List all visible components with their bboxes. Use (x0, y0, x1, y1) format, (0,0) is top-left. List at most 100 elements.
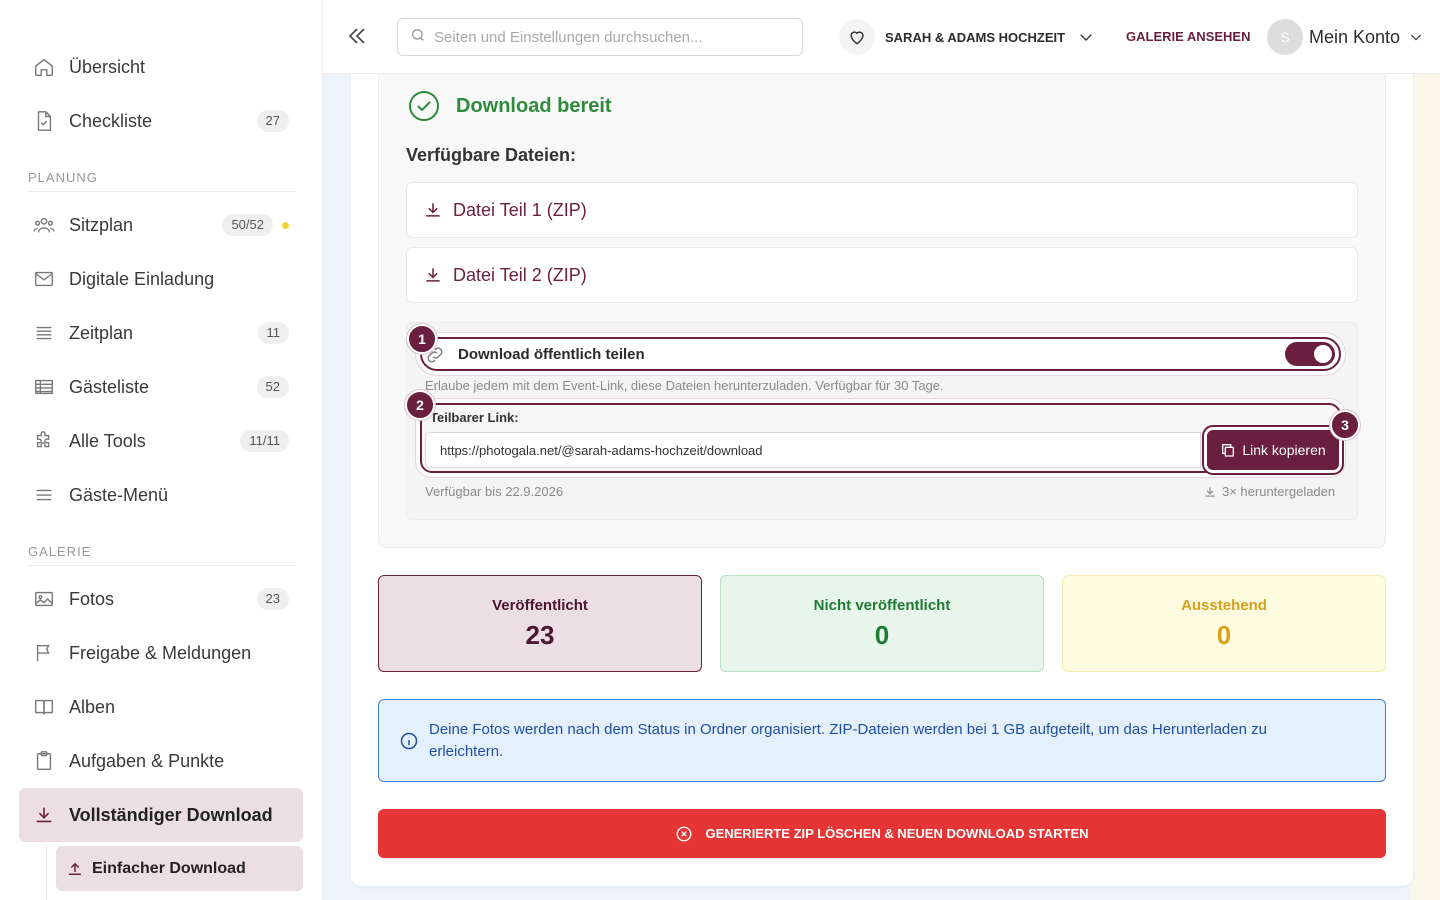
step-marker: 2 (405, 390, 435, 420)
file-link[interactable]: Datei Teil 1 (ZIP) (406, 182, 1358, 238)
sidebar-item-checkliste[interactable]: Checkliste 27 (19, 94, 303, 148)
file-name: Datei Teil 1 (ZIP) (453, 199, 587, 220)
count-badge: 27 (256, 110, 289, 132)
sidebar-item-label: Übersicht (69, 56, 146, 77)
heart-icon (839, 19, 875, 55)
chevron-down-icon (1408, 29, 1424, 45)
sidebar-subitem-einfacher-download[interactable]: Einfacher Download (56, 846, 303, 891)
upload-icon (66, 860, 84, 878)
sidebar-item-label: Aufgaben & Punkte (69, 750, 225, 771)
count-badge: 50/52 (222, 214, 273, 236)
close-circle-icon (675, 825, 693, 843)
users-icon (33, 214, 55, 236)
share-link-label: Teilbarer Link: (430, 410, 519, 425)
share-description: Erlaube jedem mit dem Event-Link, diese … (425, 378, 944, 393)
stat-value: 0 (1216, 619, 1232, 650)
delete-zip-label: GENERIERTE ZIP LÖSCHEN & NEUEN DOWNLOAD … (705, 826, 1089, 841)
stat-title: Ausstehend (1181, 596, 1267, 614)
sidebar-item-alben[interactable]: Alben (19, 680, 303, 734)
sidebar-item-label: Alben (69, 696, 116, 717)
sidebar-item-aufgaben[interactable]: Aufgaben & Punkte (19, 734, 303, 788)
account-label: Mein Konto (1309, 26, 1401, 47)
image-icon (33, 588, 55, 610)
sidebar-item-gaesteliste[interactable]: Gästeliste 52 (19, 360, 303, 414)
sidebar-item-uebersicht[interactable]: Übersicht (19, 40, 303, 94)
subnav-guide-line (46, 845, 47, 900)
download-icon (423, 265, 443, 285)
copy-link-button[interactable]: Link kopieren (1207, 430, 1339, 470)
download-count-text: 3× heruntergeladen (1222, 484, 1336, 499)
delete-zip-restart-button[interactable]: GENERIERTE ZIP LÖSCHEN & NEUEN DOWNLOAD … (378, 809, 1386, 858)
sidebar-item-label: Gäste-Menü (69, 484, 169, 505)
count-badge: 11/11 (240, 430, 289, 452)
search-icon (410, 27, 426, 47)
home-icon (33, 56, 55, 78)
sidebar-item-label: Fotos (69, 588, 115, 609)
chevron-down-icon (1077, 28, 1095, 46)
stat-published: Veröffentlicht 23 (378, 575, 702, 672)
share-toggle-row[interactable]: Download öffentlich teilen (420, 337, 1341, 371)
download-icon (33, 804, 55, 826)
search-box[interactable] (397, 18, 803, 56)
sidebar-item-alle-tools[interactable]: Alle Tools 11/11 (19, 414, 303, 468)
collapse-sidebar-icon[interactable] (345, 24, 369, 48)
topbar: SARAH & ADAMS HOCHZEIT GALERIE ANSEHEN S… (323, 0, 1440, 74)
file-link[interactable]: Datei Teil 2 (ZIP) (406, 247, 1358, 303)
download-ready-heading: Download bereit (408, 90, 612, 122)
sidebar-subitem-label: Einfacher Download (92, 859, 246, 877)
sidebar-item-gaeste-menue[interactable]: Gäste-Menü (19, 468, 303, 522)
count-badge: 11 (257, 322, 289, 344)
step-marker: 3 (1330, 410, 1360, 440)
sidebar-item-fotos[interactable]: Fotos 23 (19, 572, 303, 626)
account-menu[interactable]: S Mein Konto (1267, 19, 1424, 55)
info-box: Deine Fotos werden nach dem Status in Or… (378, 699, 1386, 782)
share-toggle[interactable] (1285, 342, 1335, 366)
sidebar-item-label: Gästeliste (69, 376, 150, 397)
sidebar-item-label: Checkliste (69, 110, 153, 131)
event-selector[interactable]: SARAH & ADAMS HOCHZEIT (839, 19, 1095, 55)
stat-title: Nicht veröffentlicht (813, 596, 951, 614)
download-ready-title: Download bereit (456, 94, 612, 117)
clipboard-icon (33, 750, 55, 772)
sidebar-item-sitzplan[interactable]: Sitzplan 50/52 (19, 198, 303, 252)
sidebar-item-label: Zeitplan (69, 322, 134, 343)
sidebar-item-label: Sitzplan (69, 214, 134, 235)
download-icon (1203, 485, 1217, 499)
download-count: 3× heruntergeladen (1203, 484, 1335, 499)
count-badge: 23 (256, 588, 289, 610)
sidebar-item-zeitplan[interactable]: Zeitplan 11 (19, 306, 303, 360)
info-text: Deine Fotos werden nach dem Status in Or… (429, 720, 1267, 760)
copy-icon (1220, 442, 1236, 458)
sidebar-item-label: Digitale Einladung (69, 268, 215, 289)
stat-unpublished: Nicht veröffentlicht 0 (720, 575, 1044, 672)
sidebar-item-freigabe[interactable]: Freigabe & Meldungen (19, 626, 303, 680)
stat-value: 0 (874, 619, 890, 650)
avatar: S (1267, 19, 1303, 55)
stat-title: Veröffentlicht (492, 596, 588, 614)
file-name: Datei Teil 2 (ZIP) (453, 264, 587, 285)
sidebar-item-label: Vollständiger Download (69, 804, 273, 825)
share-label: Download öffentlich teilen (458, 345, 645, 363)
stat-value: 23 (525, 619, 555, 650)
puzzle-icon (33, 430, 55, 452)
info-icon (399, 731, 419, 751)
flag-icon (33, 642, 55, 664)
check-circle-icon (408, 90, 440, 122)
download-icon (423, 200, 443, 220)
search-input[interactable] (434, 28, 802, 46)
copy-link-label: Link kopieren (1242, 442, 1326, 458)
section-label-planung: PLANUNG (28, 170, 296, 192)
menu-icon (33, 484, 55, 506)
sidebar-item-label: Alle Tools (69, 430, 146, 451)
sidebar-item-digitale-einladung[interactable]: Digitale Einladung (19, 252, 303, 306)
event-name: SARAH & ADAMS HOCHZEIT (885, 29, 1066, 45)
sidebar-item-label: Freigabe & Meldungen (69, 642, 252, 663)
view-gallery-link[interactable]: GALERIE ANSEHEN (1126, 29, 1250, 44)
sidebar-item-vollstaendiger-download[interactable]: Vollständiger Download (19, 788, 303, 842)
book-icon (33, 696, 55, 718)
sidebar: Übersicht Checkliste 27 PLANUNG Sitzplan… (0, 0, 323, 900)
envelope-icon (33, 268, 55, 290)
files-title: Verfügbare Dateien: (406, 145, 577, 165)
share-link-input[interactable] (425, 432, 1201, 468)
status-dot (282, 221, 289, 229)
